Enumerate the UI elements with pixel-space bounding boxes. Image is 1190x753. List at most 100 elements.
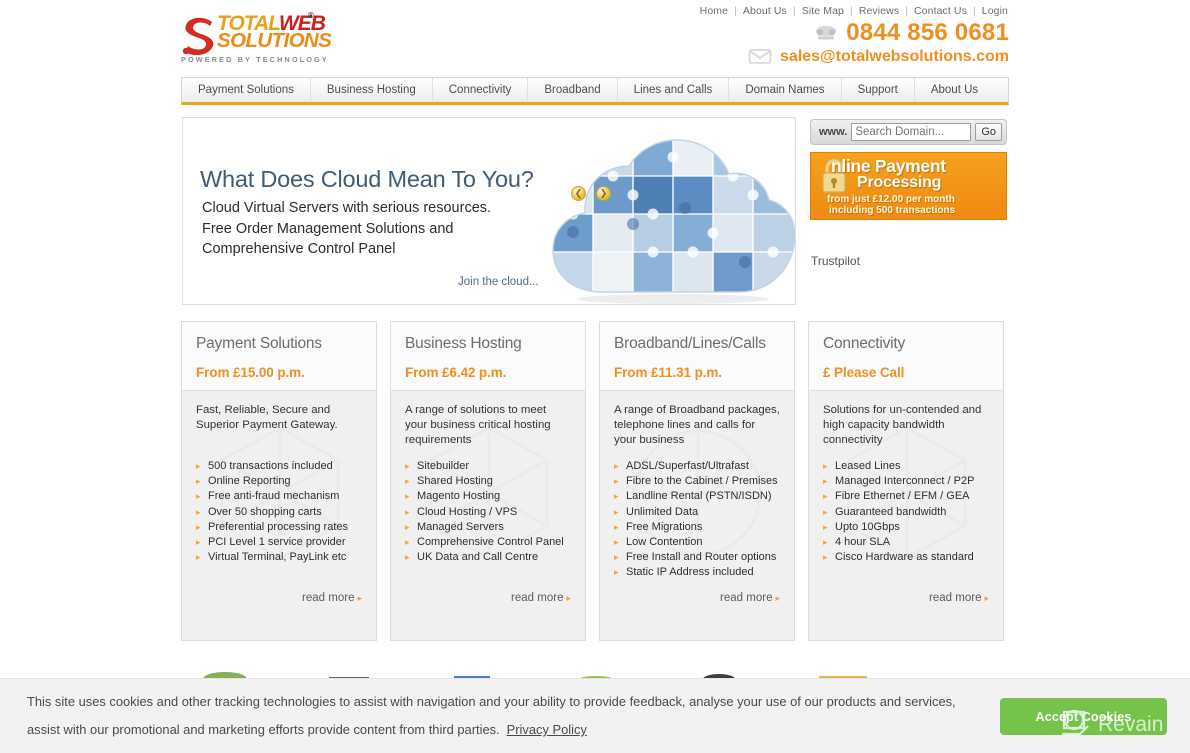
logo-wordmark: TOTALWEB SOLUTIONS <box>217 13 332 52</box>
card-feature-list: 500 transactions included Online Reporti… <box>196 459 362 566</box>
cookie-consent-text-block: This site uses cookies and other trackin… <box>27 688 962 744</box>
read-more-label: read more <box>302 592 355 604</box>
hero-title: What Does Cloud Mean To You? <box>200 166 534 192</box>
logo-text-solutions: SOLUTIONS <box>217 29 332 52</box>
card-read-more-link[interactable]: read more ▸ <box>511 592 571 604</box>
card-read-more-link[interactable]: read more ▸ <box>720 592 780 604</box>
www-prefix-label: www. <box>819 126 848 138</box>
logo-tagline: POWERED BY TECHNOLOGY <box>181 55 329 64</box>
card-body: Fast, Reliable, Secure and Superior Paym… <box>182 391 376 566</box>
hero-cta-link[interactable]: Join the cloud... <box>458 276 539 288</box>
card-header: Broadband/Lines/Calls From £11.31 p.m. <box>600 322 794 391</box>
carousel-next-button[interactable]: ❯ <box>596 186 611 201</box>
read-more-label: read more <box>720 592 773 604</box>
card-feature-item: Upto 10Gbps <box>823 520 989 535</box>
card-title: Payment Solutions <box>196 335 322 352</box>
cloud-jigsaw-puzzle-image <box>552 139 795 304</box>
cookie-consent-bar: This site uses cookies and other trackin… <box>0 678 1190 753</box>
card-feature-item: UK Data and Call Centre <box>405 550 571 565</box>
promo-line-3: from just £12.00 per month <box>827 194 955 205</box>
card-feature-item: Static IP Address included <box>614 565 780 580</box>
card-feature-item: Sitebuilder <box>405 459 571 474</box>
hero-subtitle: Cloud Virtual Servers with serious resou… <box>202 200 492 257</box>
product-cards-row: Payment Solutions From £15.00 p.m. Fast,… <box>181 321 1010 641</box>
registered-trademark-icon: ® <box>308 11 314 20</box>
email-address: sales@totalwebsolutions.com <box>780 48 1009 66</box>
card-read-more-link[interactable]: read more ▸ <box>929 592 989 604</box>
nav-item-connectivity[interactable]: Connectivity <box>433 78 529 102</box>
site-logo[interactable]: TOTALWEB SOLUTIONS ® POWERED BY TECHNOLO… <box>181 11 351 65</box>
card-title: Broadband/Lines/Calls <box>614 335 766 352</box>
domain-search-box: www. Go <box>810 119 1007 145</box>
card-feature-item: Free anti-fraud mechanism <box>196 489 362 504</box>
top-nav-link-home[interactable]: Home <box>699 5 729 17</box>
top-nav-link-about-us[interactable]: About Us <box>742 5 788 17</box>
top-nav-link-login[interactable]: Login <box>981 5 1009 17</box>
card-feature-item: Online Reporting <box>196 474 362 489</box>
privacy-policy-link[interactable]: Privacy Policy <box>507 722 587 737</box>
card-feature-item: Magento Hosting <box>405 489 571 504</box>
card-read-more-link[interactable]: read more ▸ <box>302 592 362 604</box>
card-price: From £11.31 p.m. <box>614 365 722 380</box>
card-title: Business Hosting <box>405 335 522 352</box>
nav-item-business-hosting[interactable]: Business Hosting <box>311 78 433 102</box>
top-nav-link-reviews[interactable]: Reviews <box>858 5 900 17</box>
card-description: Fast, Reliable, Secure and Superior Paym… <box>196 404 338 431</box>
online-payment-processing-promo[interactable]: nline Payment Processing from just £12.0… <box>810 152 1007 220</box>
telephone-icon <box>816 25 837 40</box>
chevron-right-icon: ▸ <box>566 593 571 603</box>
domain-search-go-button[interactable]: Go <box>975 123 1002 141</box>
nav-item-payment-solutions[interactable]: Payment Solutions <box>182 78 311 102</box>
read-more-label: read more <box>929 592 982 604</box>
phone-line[interactable]: 0844 856 0681 <box>748 20 1009 45</box>
product-card-broadband-lines-calls[interactable]: Broadband/Lines/Calls From £11.31 p.m. A… <box>599 321 795 641</box>
top-nav-link-contact-us[interactable]: Contact Us <box>913 5 968 17</box>
header-contact-block: 0844 856 0681 sales@totalwebsolutions.co… <box>748 20 1009 66</box>
chevron-right-icon: ▸ <box>357 593 362 603</box>
card-feature-item: Managed Interconnect / P2P <box>823 474 989 489</box>
carousel-prev-button[interactable]: ❮ <box>571 186 586 201</box>
card-body: A range of Broadband packages, telephone… <box>600 391 794 581</box>
nav-item-domain-names[interactable]: Domain Names <box>729 78 842 102</box>
hero-banner: What Does Cloud Mean To You? Cloud Virtu… <box>182 117 796 305</box>
main-navigation: Payment Solutions Business Hosting Conne… <box>181 77 1009 105</box>
nav-item-lines-and-calls[interactable]: Lines and Calls <box>618 78 730 102</box>
card-feature-list: Leased Lines Managed Interconnect / P2P … <box>823 459 989 566</box>
product-card-connectivity[interactable]: Connectivity £ Please Call Solutions for… <box>808 321 1004 641</box>
card-header: Payment Solutions From £15.00 p.m. <box>182 322 376 391</box>
card-feature-item: 4 hour SLA <box>823 535 989 550</box>
card-price: From £15.00 p.m. <box>196 365 305 380</box>
card-feature-item: Managed Servers <box>405 520 571 535</box>
trustpilot-widget[interactable]: Trustpilot <box>811 254 860 268</box>
email-line[interactable]: sales@totalwebsolutions.com <box>748 45 1009 66</box>
card-feature-item: Guaranteed bandwidth <box>823 505 989 520</box>
card-feature-item: PCI Level 1 service provider <box>196 535 362 550</box>
top-nav-separator: | <box>734 5 737 17</box>
card-feature-item: Cloud Hosting / VPS <box>405 505 571 520</box>
card-price: £ Please Call <box>823 365 905 380</box>
nav-item-support[interactable]: Support <box>842 78 915 102</box>
nav-item-about-us[interactable]: About Us <box>915 78 994 102</box>
promo-line-4: including 500 transactions <box>829 205 956 216</box>
card-title: Connectivity <box>823 335 906 352</box>
card-feature-item: Comprehensive Control Panel <box>405 535 571 550</box>
product-card-business-hosting[interactable]: Business Hosting From £6.42 p.m. A range… <box>390 321 586 641</box>
card-header: Connectivity £ Please Call <box>809 322 1003 391</box>
chevron-right-icon: ▸ <box>984 593 989 603</box>
top-nav-separator: | <box>792 5 796 17</box>
card-description: A range of solutions to meet your busine… <box>405 404 551 446</box>
search-domain-input[interactable] <box>851 123 972 141</box>
card-feature-item: Over 50 shopping carts <box>196 505 362 520</box>
card-feature-item: Virtual Terminal, PayLink etc <box>196 550 362 565</box>
nav-item-broadband[interactable]: Broadband <box>528 78 618 102</box>
top-nav-link-site-map[interactable]: Site Map <box>801 5 845 17</box>
card-feature-item: Shared Hosting <box>405 474 571 489</box>
page-root: Home | About Us | Site Map | Reviews | Contact U… <box>0 0 1190 753</box>
card-feature-item: Fibre Ethernet / EFM / GEA <box>823 489 989 504</box>
card-feature-item: Fibre to the Cabinet / Premises <box>614 474 780 489</box>
product-card-payment-solutions[interactable]: Payment Solutions From £15.00 p.m. Fast,… <box>181 321 377 641</box>
accept-cookies-button[interactable]: Accept Cookies <box>1000 698 1167 735</box>
card-description: A range of Broadband packages, telephone… <box>614 404 780 446</box>
card-feature-item: Preferential processing rates <box>196 520 362 535</box>
card-feature-list: Sitebuilder Shared Hosting Magento Hosti… <box>405 459 571 566</box>
